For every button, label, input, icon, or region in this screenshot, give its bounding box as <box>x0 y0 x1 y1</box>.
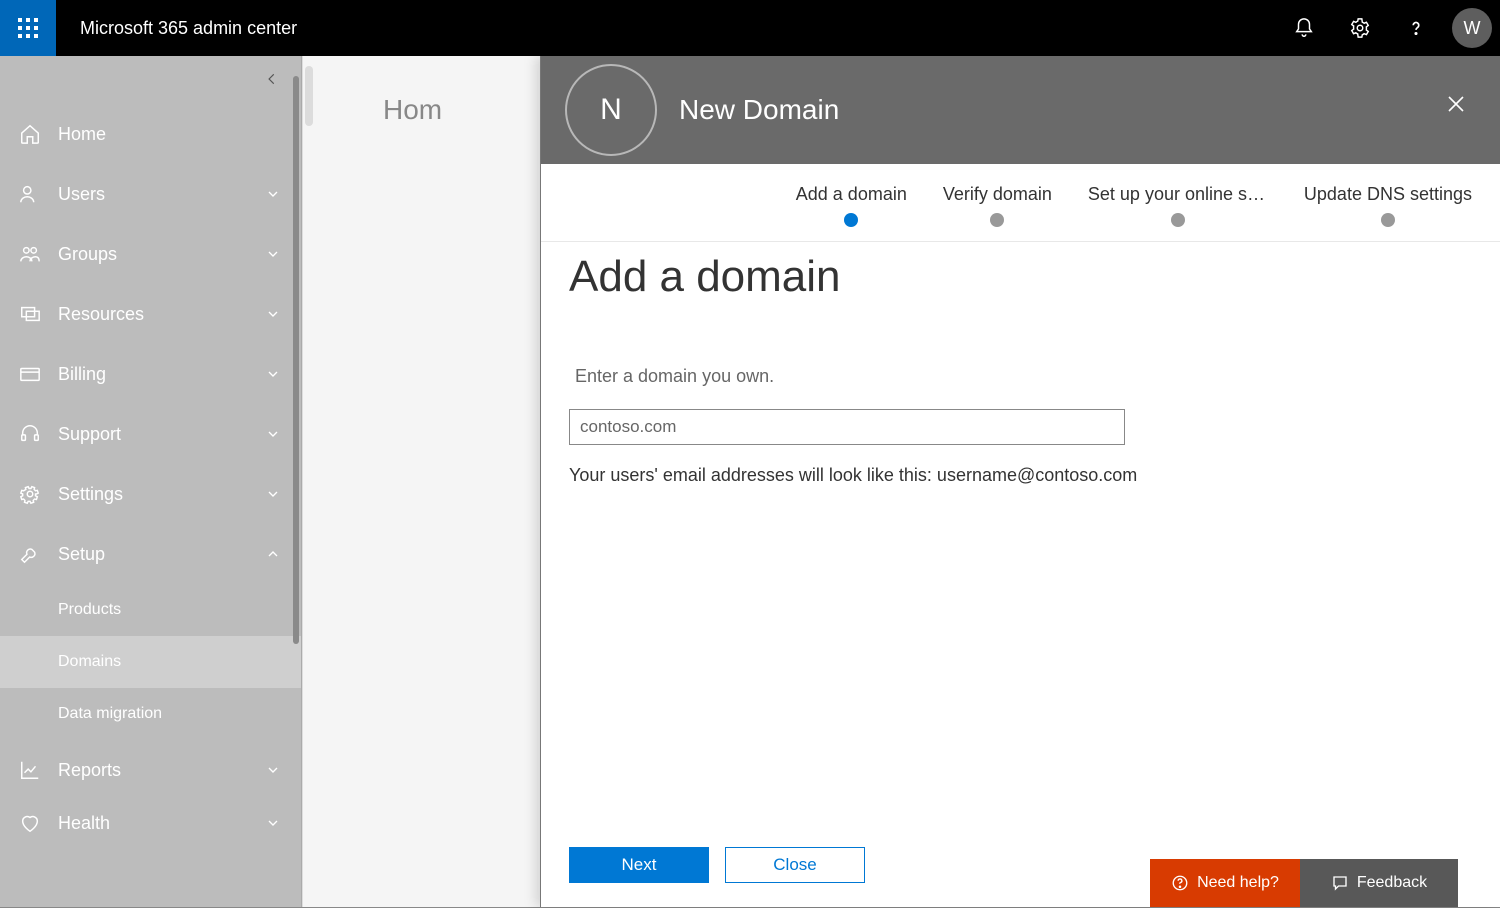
app-launcher[interactable] <box>0 0 56 56</box>
sidebar-item-label: Reports <box>58 760 265 781</box>
help-bar: Need help? Feedback <box>1150 859 1458 907</box>
step-label: Update DNS settings <box>1304 184 1472 205</box>
notifications-button[interactable] <box>1276 0 1332 56</box>
scrollbar-thumb[interactable] <box>293 76 299 644</box>
groups-icon <box>16 243 44 265</box>
avatar[interactable]: W <box>1452 8 1492 48</box>
sidebar-item-health[interactable]: Health <box>0 800 301 846</box>
panel-title: New Domain <box>679 94 839 126</box>
step-dot <box>1171 213 1185 227</box>
step-dot <box>990 213 1004 227</box>
step-dot-active <box>844 213 858 227</box>
sidebar-item-home[interactable]: Home <box>0 104 301 164</box>
panel-content: Add a domain Enter a domain you own. You… <box>541 242 1500 847</box>
panel-header: N New Domain <box>541 56 1500 164</box>
step-verify-domain[interactable]: Verify domain <box>943 184 1052 227</box>
wrench-icon <box>16 543 44 565</box>
sidebar-item-label: Health <box>58 813 265 834</box>
sidebar-item-setup[interactable]: Setup <box>0 524 301 584</box>
speech-bubble-icon <box>1331 874 1349 892</box>
feedback-button[interactable]: Feedback <box>1300 859 1458 907</box>
domain-hint: Your users' email addresses will look li… <box>569 465 1472 486</box>
domain-field-label: Enter a domain you own. <box>575 366 1472 387</box>
chevron-down-icon <box>265 246 285 262</box>
main-scrollbar-thumb[interactable] <box>305 66 313 126</box>
sidebar-item-label: Billing <box>58 364 265 385</box>
chevron-down-icon <box>265 426 285 442</box>
resources-icon <box>16 303 44 325</box>
waffle-icon <box>18 18 38 38</box>
panel-badge: N <box>565 64 657 156</box>
bell-icon <box>1293 17 1315 39</box>
breadcrumb-partial: Hom <box>383 94 442 126</box>
sidebar-subitem-data-migration[interactable]: Data migration <box>0 688 301 740</box>
sidebar-scrollbar[interactable] <box>291 76 301 887</box>
close-icon <box>1444 92 1468 116</box>
chevron-left-icon <box>265 72 279 86</box>
step-update-dns[interactable]: Update DNS settings <box>1304 184 1472 227</box>
collapse-sidebar-button[interactable] <box>257 64 287 94</box>
sidebar-subitem-products[interactable]: Products <box>0 584 301 636</box>
sidebar-item-billing[interactable]: Billing <box>0 344 301 404</box>
chart-icon <box>16 759 44 781</box>
next-button[interactable]: Next <box>569 847 709 883</box>
sidebar-item-label: Support <box>58 424 265 445</box>
settings-button[interactable] <box>1332 0 1388 56</box>
flyout-panel: N New Domain Add a domain Verify domain … <box>540 56 1500 907</box>
chevron-down-icon <box>265 815 285 831</box>
sidebar-item-label: Groups <box>58 244 265 265</box>
chevron-down-icon <box>265 306 285 322</box>
app-title: Microsoft 365 admin center <box>80 18 297 39</box>
step-label: Set up your online ser… <box>1088 184 1268 205</box>
people-icon <box>16 183 44 205</box>
main-content: Hom N New Domain Add a domain Verify dom… <box>302 56 1500 907</box>
step-setup-services[interactable]: Set up your online ser… <box>1088 184 1268 227</box>
chevron-down-icon <box>265 486 285 502</box>
home-icon <box>16 123 44 145</box>
sidebar-item-settings[interactable]: Settings <box>0 464 301 524</box>
sidebar-item-support[interactable]: Support <box>0 404 301 464</box>
question-circle-icon <box>1171 874 1189 892</box>
step-label: Add a domain <box>796 184 907 205</box>
sidebar-item-groups[interactable]: Groups <box>0 224 301 284</box>
sidebar-item-label: Users <box>58 184 265 205</box>
step-dot <box>1381 213 1395 227</box>
panel-close-button[interactable] <box>1436 84 1476 124</box>
feedback-label: Feedback <box>1357 874 1427 892</box>
sidebar-item-reports[interactable]: Reports <box>0 740 301 800</box>
step-add-domain[interactable]: Add a domain <box>796 184 907 227</box>
sidebar-item-label: Setup <box>58 544 265 565</box>
sidebar-item-resources[interactable]: Resources <box>0 284 301 344</box>
need-help-button[interactable]: Need help? <box>1150 859 1300 907</box>
sidebar-item-label: Settings <box>58 484 265 505</box>
question-icon <box>1405 17 1427 39</box>
chevron-up-icon <box>265 546 285 562</box>
chevron-down-icon <box>265 186 285 202</box>
headset-icon <box>16 423 44 445</box>
need-help-label: Need help? <box>1197 874 1279 892</box>
page-heading: Add a domain <box>569 252 1472 302</box>
sidebar-item-label: Home <box>58 124 285 145</box>
chevron-down-icon <box>265 762 285 778</box>
heart-icon <box>16 812 44 834</box>
sidebar-item-label: Resources <box>58 304 265 325</box>
sidebar: Home Users Groups Resources <box>0 56 302 907</box>
wizard-steps: Add a domain Verify domain Set up your o… <box>541 164 1500 242</box>
step-label: Verify domain <box>943 184 1052 205</box>
domain-input[interactable] <box>569 409 1125 445</box>
gear-icon <box>16 483 44 505</box>
chevron-down-icon <box>265 366 285 382</box>
gear-icon <box>1349 17 1371 39</box>
sidebar-item-users[interactable]: Users <box>0 164 301 224</box>
credit-card-icon <box>16 363 44 385</box>
help-button[interactable] <box>1388 0 1444 56</box>
close-button[interactable]: Close <box>725 847 865 883</box>
sidebar-subitem-domains[interactable]: Domains <box>0 636 301 688</box>
